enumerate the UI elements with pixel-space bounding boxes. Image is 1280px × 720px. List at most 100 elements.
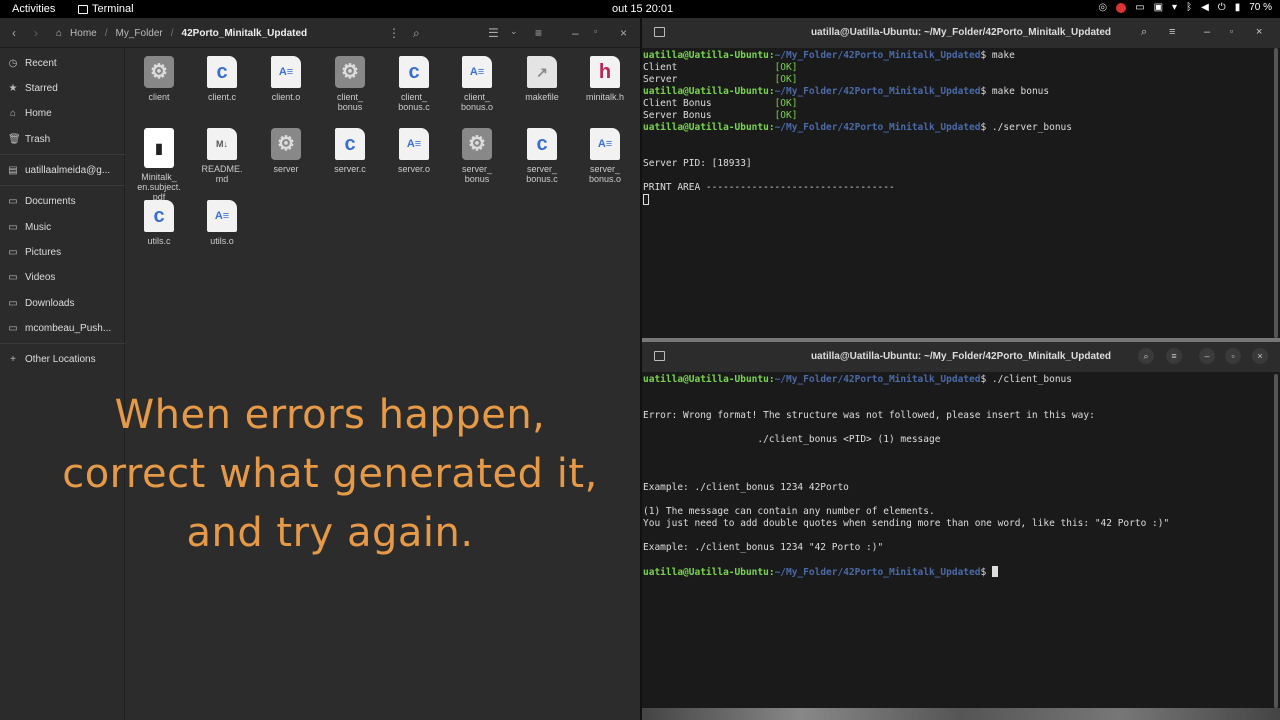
search-icon[interactable]: ⌕ [1141, 26, 1147, 39]
remote-icon[interactable]: ▣ [1154, 2, 1163, 13]
file-name: utils.c [147, 236, 171, 246]
activities-button[interactable]: Activities [12, 3, 55, 15]
maximize-icon[interactable]: ▫ [594, 26, 597, 36]
record-icon[interactable] [1116, 2, 1127, 13]
menu-icon[interactable]: ≡ [1166, 348, 1182, 364]
back-icon[interactable]: ‹ [12, 26, 16, 40]
scrollbar[interactable] [1274, 48, 1278, 338]
sidebar-item-label: Starred [25, 83, 58, 94]
terminal-titlebar: uatilla@Uatilla-Ubuntu: ~/My_Folder/42Po… [642, 342, 1280, 372]
sidebar-item-label: Trash [25, 134, 51, 145]
markdown-file-icon: M↓ [207, 128, 237, 160]
object-file-file-icon: A≡ [271, 56, 301, 88]
sidebar-item-music[interactable]: ▭ Music [8, 222, 51, 233]
breadcrumb-current[interactable]: 42Porto_Minitalk_Updated [182, 28, 308, 39]
file-name: server_ bonus.o [588, 164, 622, 184]
file-item[interactable]: A≡ utils.o [189, 200, 255, 246]
menu-icon[interactable]: ≡ [1169, 26, 1175, 38]
sidebar-item-trash[interactable]: 🗑 Trash [8, 134, 50, 145]
c-source-file-icon: c [335, 128, 365, 160]
file-item[interactable]: c server.c [317, 128, 383, 174]
file-item[interactable]: ⚙ server [253, 128, 319, 174]
close-icon[interactable]: × [1256, 26, 1262, 38]
executable-file-icon: ⚙ [462, 128, 492, 160]
close-icon[interactable]: × [620, 26, 627, 40]
sidebar-item-other-locations[interactable]: + Other Locations [8, 354, 96, 365]
note-line: You just need to add double quotes when … [643, 518, 1170, 529]
system-tray[interactable]: ◎ ▭ ▣ ▾ ᛒ ◀ ⏻ ▮ 70 % [1098, 2, 1272, 13]
file-item[interactable]: A≡ client.o [253, 56, 319, 102]
file-item[interactable]: c utils.c [126, 200, 192, 246]
sidebar-item-account[interactable]: ▤ uatillaalmeida@g... [8, 165, 110, 176]
sidebar-item-mcombeau[interactable]: ▭ mcombeau_Push... [8, 323, 111, 334]
sidebar-item-documents[interactable]: ▭ Documents [8, 195, 75, 207]
header-file-file-icon: h [590, 56, 620, 88]
home-icon: ⌂ [9, 107, 17, 119]
chevron-down-icon[interactable]: ⌄ [510, 26, 518, 37]
sidebar-divider [0, 154, 125, 155]
file-name: minitalk.h [585, 92, 624, 102]
clock[interactable]: out 15 20:01 [612, 3, 673, 15]
minimize-icon[interactable]: – [572, 26, 579, 40]
file-item[interactable]: ↗ makefile [509, 56, 575, 102]
sidebar-item-home[interactable]: ⌂ Home [8, 108, 52, 119]
color-picker-icon[interactable]: ◎ [1098, 2, 1107, 13]
folder-icon: ▭ [8, 297, 18, 309]
file-item[interactable]: A≡ server_ bonus.o [572, 128, 638, 184]
file-item[interactable]: c server_ bonus.c [509, 128, 575, 184]
file-item[interactable]: ▮ Minitalk_ en.subject. pdf [126, 128, 192, 202]
power-icon[interactable]: ⏻ [1218, 2, 1226, 13]
server-pid: Server PID: [18933] [643, 158, 752, 169]
text-cursor [643, 194, 649, 205]
folder-icon: ▭ [8, 195, 18, 207]
terminal-title: uatilla@Uatilla-Ubuntu: ~/My_Folder/42Po… [810, 351, 1112, 362]
top-bar: Activities Terminal out 15 20:01 ◎ ▭ ▣ ▾… [0, 0, 1280, 18]
sidebar-item-label: uatillaalmeida@g... [25, 165, 111, 176]
file-item[interactable]: M↓ README. md [189, 128, 255, 184]
file-name: server [273, 164, 299, 174]
file-item[interactable]: ⚙ server_ bonus [444, 128, 510, 184]
sidebar-item-videos[interactable]: ▭ Videos [8, 272, 55, 283]
terminal-window-client[interactable]: uatilla@Uatilla-Ubuntu: ~/My_Folder/42Po… [642, 342, 1280, 708]
sidebar-divider [0, 185, 125, 186]
terminal-output[interactable]: uatilla@Uatilla-Ubuntu:~/My_Folder/42Por… [643, 50, 1273, 207]
terminal-line: Server [OK] [643, 74, 798, 85]
sidebar: ◷ Recent ★ Starred ⌂ Home 🗑 Trash ▤ uatillaal… [0, 48, 125, 720]
app-menu[interactable]: Terminal [78, 3, 134, 15]
folder-icon: ▭ [8, 246, 18, 258]
file-item[interactable]: c client.c [189, 56, 255, 102]
sidebar-item-downloads[interactable]: ▭ Downloads [8, 298, 74, 309]
breadcrumb-my-folder[interactable]: My_Folder [116, 28, 163, 39]
object-file-file-icon: A≡ [399, 128, 429, 160]
search-icon[interactable]: ⌕ [1138, 348, 1154, 364]
file-item[interactable]: A≡ client_ bonus.o [444, 56, 510, 112]
minimize-icon[interactable]: – [1204, 26, 1210, 38]
terminal-output[interactable]: uatilla@Uatilla-Ubuntu:~/My_Folder/42Por… [643, 374, 1273, 579]
sidebar-item-pictures[interactable]: ▭ Pictures [8, 247, 61, 258]
file-item[interactable]: ⚙ client [126, 56, 192, 102]
minimize-icon[interactable]: – [1199, 348, 1215, 364]
breadcrumb-home[interactable]: Home [70, 28, 97, 39]
file-item[interactable]: h minitalk.h [572, 56, 638, 102]
file-name: server_ bonus.c [526, 164, 558, 184]
file-item[interactable]: c client_ bonus.c [381, 56, 447, 112]
sidebar-item-label: Other Locations [25, 354, 96, 365]
scrollbar[interactable] [1274, 374, 1278, 708]
more-options-icon[interactable]: ⋮ [388, 26, 400, 40]
view-list-icon[interactable]: ☰ [488, 26, 499, 40]
screen-icon[interactable]: ▭ [1135, 2, 1144, 13]
maximize-icon[interactable]: ▫ [1230, 26, 1233, 36]
folder-icon: ▭ [8, 221, 18, 233]
example-line: Example: ./client_bonus 1234 42Porto [643, 482, 849, 493]
example-line: Example: ./client_bonus 1234 "42 Porto :… [643, 542, 884, 553]
maximize-icon[interactable]: ▫ [1225, 348, 1241, 364]
terminal-window-server[interactable]: uatilla@Uatilla-Ubuntu: ~/My_Folder/42Po… [642, 18, 1280, 338]
forward-icon[interactable]: › [34, 26, 38, 40]
search-icon[interactable]: ⌕ [413, 26, 420, 41]
sidebar-item-starred[interactable]: ★ Starred [8, 83, 58, 94]
file-item[interactable]: ⚙ client_ bonus [317, 56, 383, 112]
file-item[interactable]: A≡ server.o [381, 128, 447, 174]
sidebar-item-recent[interactable]: ◷ Recent [8, 58, 57, 69]
close-icon[interactable]: × [1252, 348, 1268, 364]
menu-icon[interactable]: ≡ [535, 26, 542, 40]
